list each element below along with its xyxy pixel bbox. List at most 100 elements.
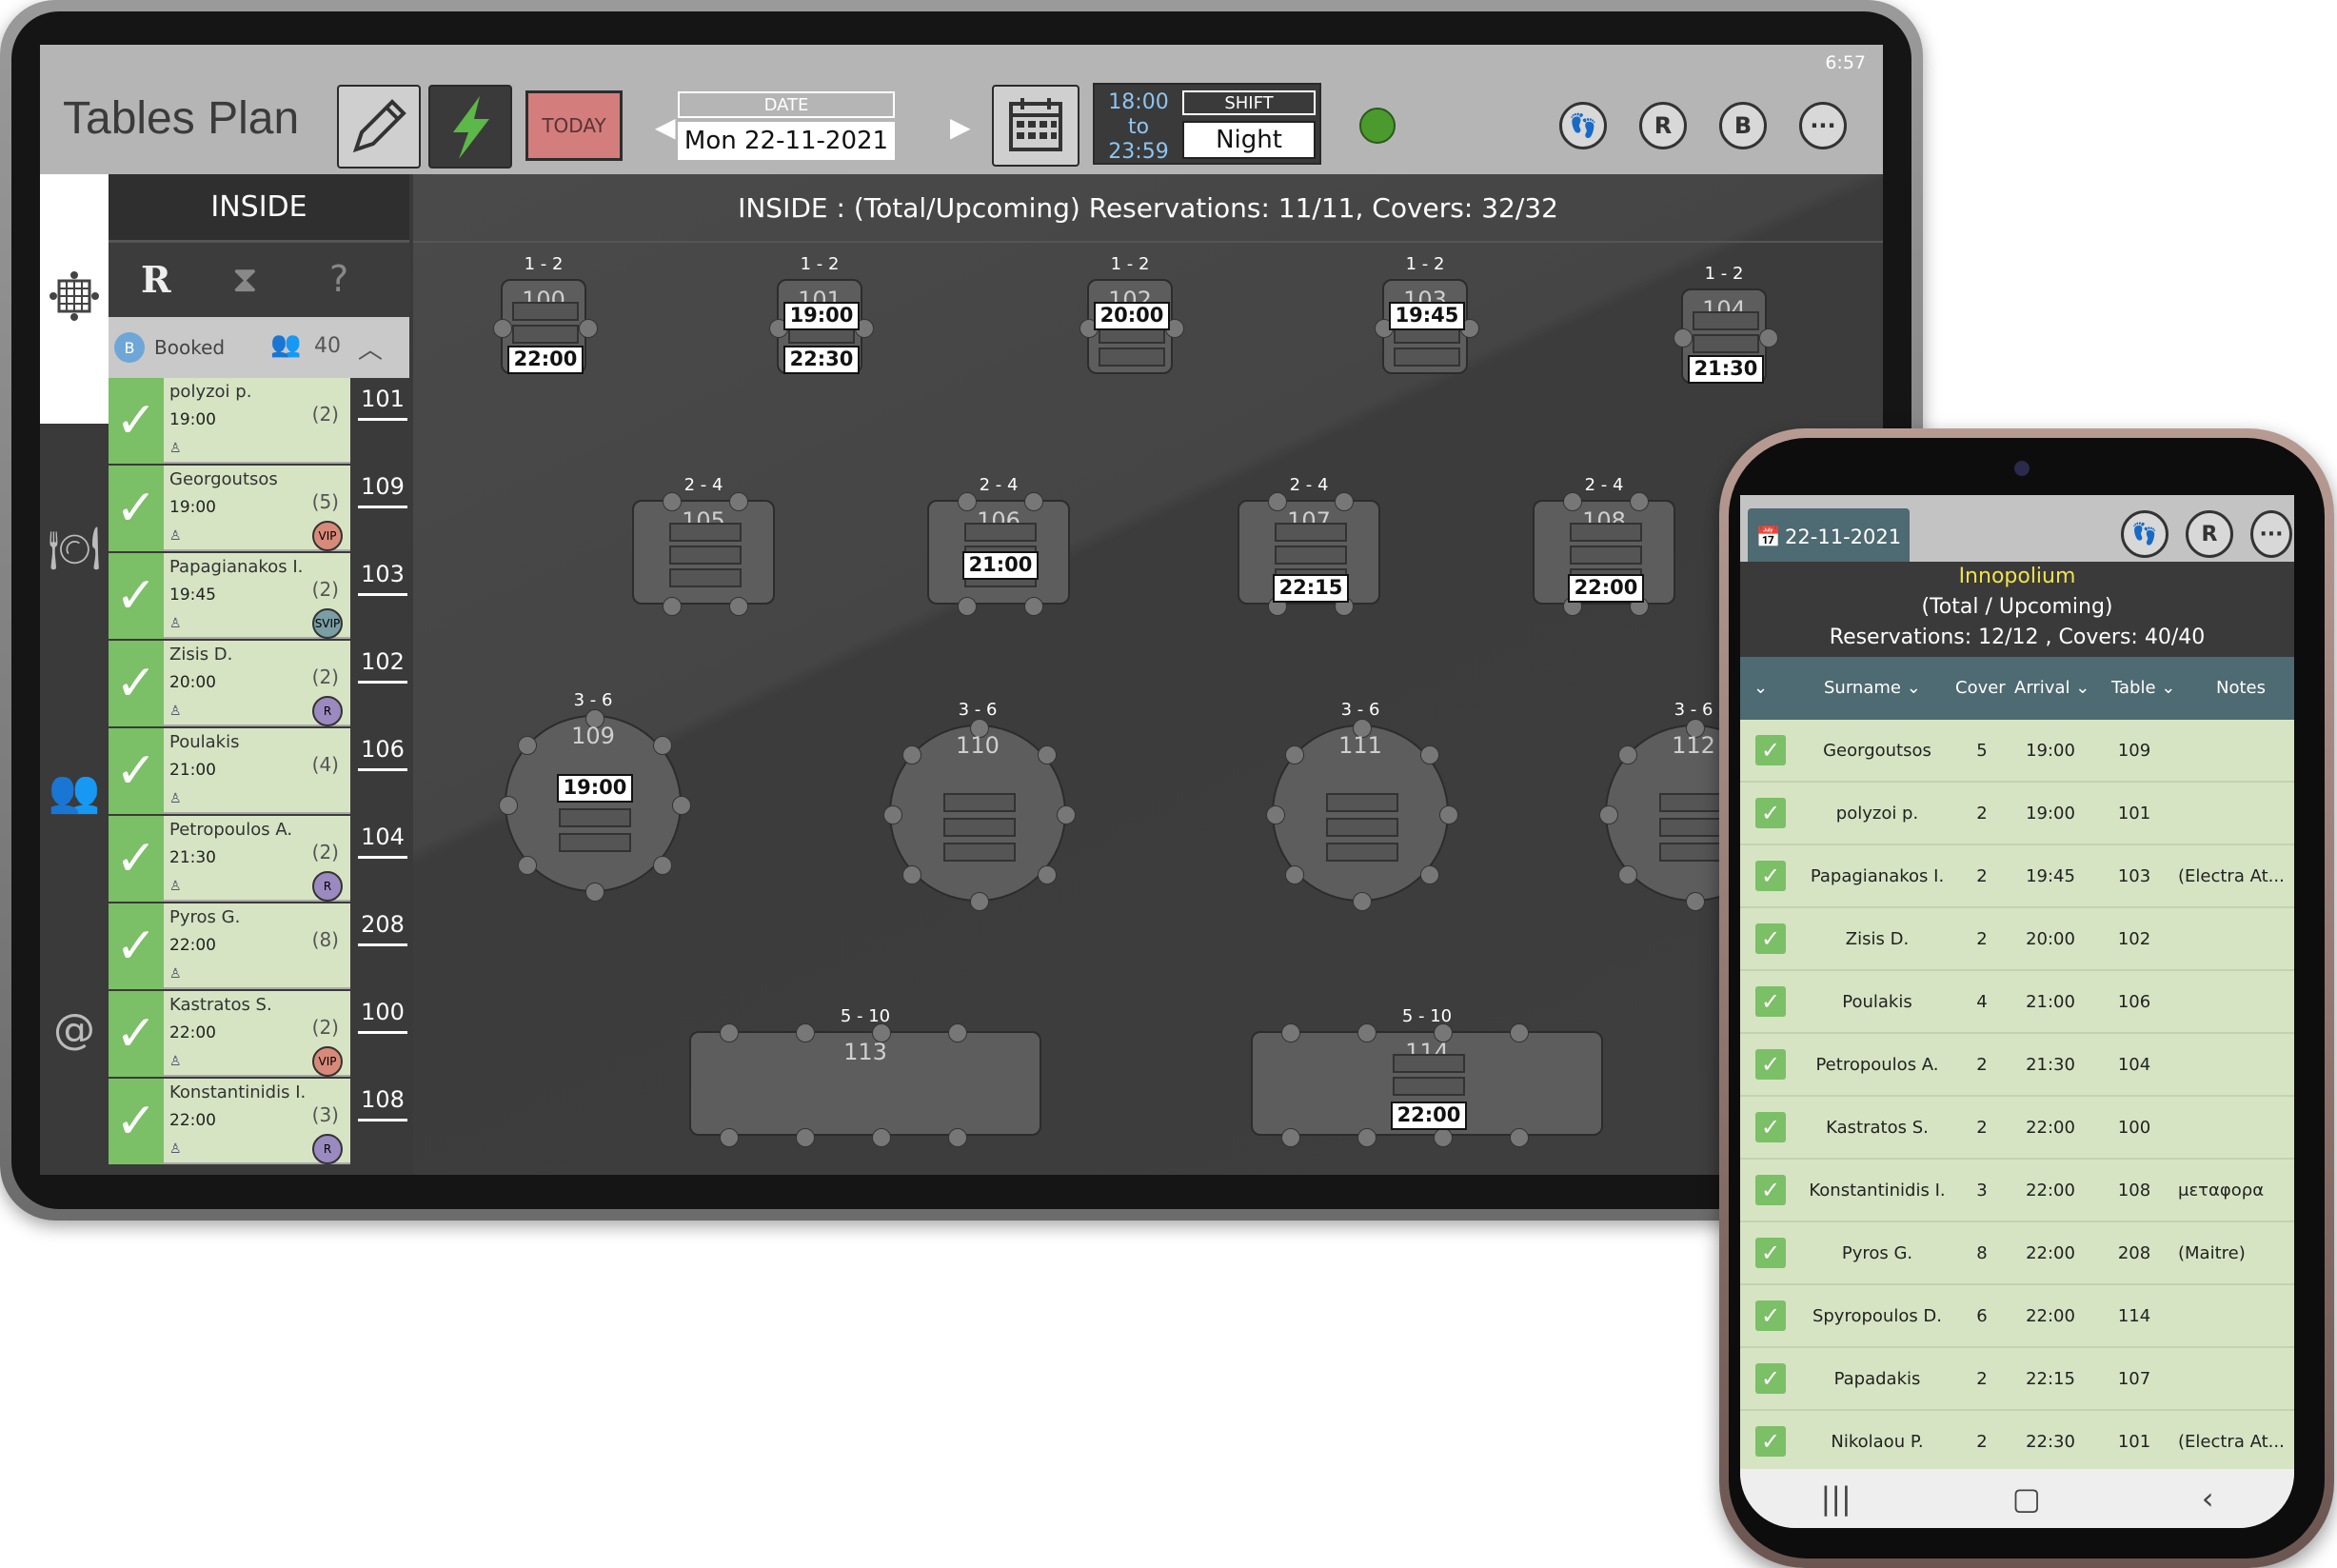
table-101[interactable]: 101 19:00 22:30 [769,279,874,374]
reservation-time-chip[interactable]: 22:00 [1391,1102,1467,1130]
table-108[interactable]: 108 22:00 [1533,492,1675,616]
table-row[interactable]: ✓ Petropoulos A. 2 21:30 104 [1740,1034,2294,1097]
table-row[interactable]: ✓ polyzoi p. 2 19:00 101 [1740,783,2294,845]
reservation-time-chip[interactable]: 21:30 [1688,355,1764,384]
next-date-button[interactable]: ▶ [950,111,971,143]
nav-floorplan[interactable] [48,269,101,323]
reservation-time-chip[interactable]: 20:00 [1094,302,1170,330]
phone-more-options-button[interactable]: ··· [2250,510,2292,558]
table-100[interactable]: 100 22:00 [493,279,598,374]
col-arrival[interactable]: Arrival ⌄ [2014,678,2089,698]
tab-unassigned[interactable]: ? [329,258,348,300]
reservation-card[interactable]: ✓ Poulakis 21:00 (4) ♙ [109,728,350,814]
checkin-check-icon[interactable]: ✓ [109,1079,164,1164]
checkin-check-icon[interactable]: ✓ [109,991,164,1077]
table-row[interactable]: ✓ Zisis D. 2 20:00 102 [1740,908,2294,971]
checkin-check-icon[interactable]: ✓ [109,378,164,464]
booked-filter-button[interactable]: B [1719,102,1767,149]
checkin-check-icon[interactable]: ✓ [1755,1426,1786,1457]
area-tab-inside[interactable]: INSIDE [109,174,409,243]
table-104[interactable]: 104 21:30 [1674,288,1778,384]
reservation-card[interactable]: ✓ Kastratos S. 22:00 (2) ♙ VIP [109,991,350,1077]
table-row[interactable]: ✓ Georgoutsos 5 19:00 109 [1740,720,2294,783]
reservation-card[interactable]: ✓ polyzoi p. 19:00 (2) ♙ [109,378,350,464]
reservation-card[interactable]: ✓ Petropoulos A. 21:30 (2) ♙ R [109,816,350,902]
assigned-table[interactable]: 101 [354,378,411,464]
reservation-time-chip[interactable]: 22:00 [1568,574,1644,603]
nav-guests[interactable]: 👥 [48,764,101,818]
assigned-table[interactable]: 208 [354,903,411,989]
checkin-check-icon[interactable]: ✓ [1755,735,1786,765]
col-cover[interactable]: Cover [1955,678,2006,698]
tab-reservations[interactable]: R [141,258,171,301]
assigned-table[interactable]: 106 [354,728,411,814]
col-notes[interactable]: Notes [2216,678,2266,698]
reservation-card[interactable]: ✓ Pyros G. 22:00 (8) ♙ [109,903,350,989]
col-surname[interactable]: Surname ⌄ [1824,678,1921,698]
checkin-check-icon[interactable]: ✓ [1755,1300,1786,1331]
table-111[interactable]: 111 [1266,719,1458,911]
checkin-check-icon[interactable]: ✓ [109,466,164,551]
reservation-card[interactable]: ✓ Papagianakos I. 19:45 (2) ♙ SVIP [109,553,350,639]
checkin-check-icon[interactable]: ✓ [109,553,164,639]
table-row[interactable]: ✓ Spyropoulos D. 6 22:00 114 [1740,1285,2294,1348]
table-113[interactable]: 113 [689,1023,1041,1147]
checkin-check-icon[interactable]: ✓ [109,816,164,902]
booked-summary-row[interactable]: B Booked 👥 40 ︿ [109,317,409,378]
phone-date-button[interactable]: 📅 22-11-2021 [1748,508,1910,566]
edit-button[interactable] [337,85,421,169]
tab-waitlist[interactable]: ⧗ [232,258,258,301]
checkin-check-icon[interactable]: ✓ [109,641,164,726]
table-107[interactable]: 107 22:15 [1238,492,1380,616]
table-row[interactable]: ✓ Poulakis 4 21:00 106 [1740,971,2294,1034]
table-110[interactable]: 110 [883,719,1076,911]
assigned-table[interactable]: 108 [354,1079,411,1164]
table-109[interactable]: 109 19:00 [499,709,691,902]
date-picker[interactable]: DATE Mon 22-11-2021 [668,86,895,164]
shift-value[interactable]: Night [1182,121,1316,159]
reservation-time-chip[interactable]: 22:00 [507,346,584,374]
quick-walkin-button[interactable] [428,85,512,169]
checkin-check-icon[interactable]: ✓ [1755,1363,1786,1394]
table-106[interactable]: 106 21:00 [927,492,1070,616]
reservation-card[interactable]: ✓ Georgoutsos 19:00 (5) ♙ VIP [109,466,350,551]
reservation-card[interactable]: ✓ Zisis D. 20:00 (2) ♙ R [109,641,350,726]
table-105[interactable]: 105 [632,492,775,616]
table-row[interactable]: ✓ Papadakis 2 22:15 107 [1740,1348,2294,1411]
reservation-time-chip[interactable]: 22:30 [783,346,860,374]
table-102[interactable]: 102 20:00 [1079,279,1184,374]
walkin-footprints-button[interactable]: 👣 [1559,102,1607,149]
assigned-table[interactable]: 100 [354,991,411,1077]
nav-timeline[interactable]: 🍽 [48,522,101,575]
calendar-button[interactable] [992,85,1079,167]
table-row[interactable]: ✓ Kastratos S. 2 22:00 100 [1740,1097,2294,1160]
shift-selector[interactable]: 18:00 to 23:59 SHIFT Night [1093,83,1321,165]
checkin-check-icon[interactable]: ✓ [109,728,164,814]
checkin-check-icon[interactable]: ✓ [1755,798,1786,828]
today-button[interactable]: TODAY [525,90,623,161]
col-table[interactable]: Table ⌄ [2111,678,2175,698]
collapse-chevron-icon[interactable]: ︿ [358,330,383,366]
assigned-table[interactable]: 102 [354,641,411,726]
table-row[interactable]: ✓ Nikolaou P. 2 22:30 101 (Electra At... [1740,1411,2294,1474]
phone-walkin-button[interactable]: 👣 [2121,510,2169,558]
recent-apps-icon[interactable]: ||| [1820,1480,1851,1517]
home-icon[interactable]: ▢ [2012,1480,2041,1517]
checkin-check-icon[interactable]: ✓ [109,903,164,989]
phone-new-reservation-button[interactable]: R [2186,510,2233,558]
table-row[interactable]: ✓ Pyros G. 8 22:00 208 (Maitre) [1740,1222,2294,1285]
reservation-time-chip[interactable]: 21:00 [962,551,1039,580]
expand-chevron-icon[interactable]: ⌄ [1753,678,1768,698]
reservation-time-chip[interactable]: 19:00 [783,302,860,330]
table-row[interactable]: ✓ Konstantinidis I. 3 22:00 108 μεταφορα [1740,1160,2294,1222]
checkin-check-icon[interactable]: ✓ [1755,986,1786,1017]
assigned-table[interactable]: 104 [354,816,411,902]
checkin-check-icon[interactable]: ✓ [1755,861,1786,891]
reservation-time-chip[interactable]: 19:45 [1389,302,1465,330]
new-reservation-button[interactable]: R [1639,102,1687,149]
reservation-card[interactable]: ✓ Konstantinidis I. 22:00 (3) ♙ R [109,1079,350,1164]
date-value[interactable]: Mon 22-11-2021 [678,122,895,160]
table-103[interactable]: 103 19:45 [1375,279,1479,374]
checkin-check-icon[interactable]: ✓ [1755,1112,1786,1142]
assigned-table[interactable]: 103 [354,553,411,639]
